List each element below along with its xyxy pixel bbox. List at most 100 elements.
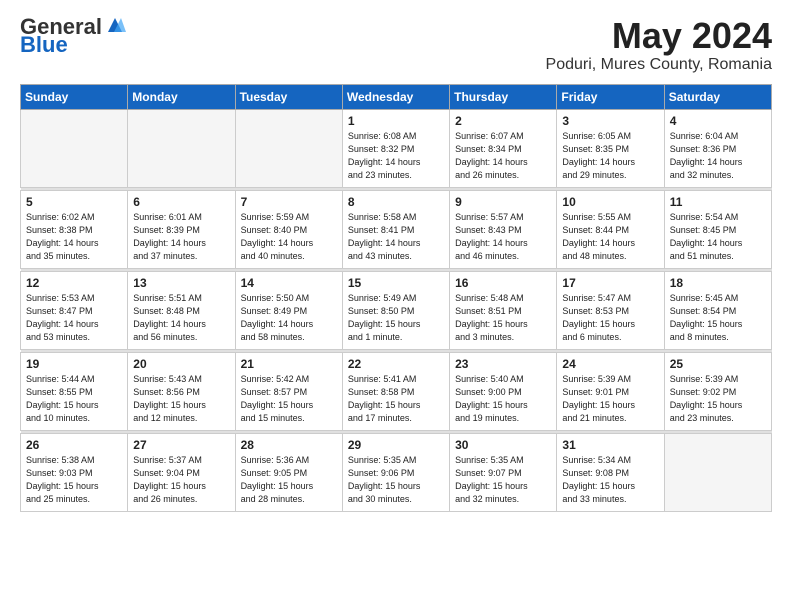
day-number: 6 — [133, 195, 229, 209]
table-row: 14 Sunrise: 5:50 AM Sunset: 8:49 PM Dayli… — [235, 271, 342, 349]
day-detail: Sunrise: 6:01 AM Sunset: 8:39 PM Dayligh… — [133, 211, 229, 263]
day-number: 30 — [455, 438, 551, 452]
table-row: 22Sunrise: 5:41 AM Sunset: 8:58 PM Dayli… — [342, 352, 449, 430]
day-detail: Sunrise: 5:45 AM Sunset: 8:54 PM Dayligh… — [670, 292, 766, 344]
day-detail: Sunrise: 5:50 AM Sunset: 8:49 PM Dayligh… — [241, 292, 337, 344]
day-number: 21 — [241, 357, 337, 371]
day-detail: Sunrise: 5:54 AM Sunset: 8:45 PM Dayligh… — [670, 211, 766, 263]
table-row: 5 Sunrise: 6:02 AM Sunset: 8:38 PM Daylig… — [21, 190, 128, 268]
col-monday: Monday — [128, 84, 235, 109]
day-number: 15 — [348, 276, 444, 290]
table-row: 1 Sunrise: 6:08 AM Sunset: 8:32 PM Daylig… — [342, 109, 449, 187]
col-wednesday: Wednesday — [342, 84, 449, 109]
day-detail: Sunrise: 6:02 AM Sunset: 8:38 PM Dayligh… — [26, 211, 122, 263]
day-detail: Sunrise: 5:41 AM Sunset: 8:58 PM Dayligh… — [348, 373, 444, 425]
table-row: 17 Sunrise: 5:47 AM Sunset: 8:53 PM Dayli… — [557, 271, 664, 349]
table-row: 3 Sunrise: 6:05 AM Sunset: 8:35 PM Daylig… — [557, 109, 664, 187]
table-row: 23 Sunrise: 5:40 AM Sunset: 9:00 PM Dayli… — [450, 352, 557, 430]
day-number: 11 — [670, 195, 766, 209]
table-row: 7 Sunrise: 5:59 AM Sunset: 8:40 PM Daylig… — [235, 190, 342, 268]
day-number: 7 — [241, 195, 337, 209]
day-number: 18 — [670, 276, 766, 290]
day-number: 1 — [348, 114, 444, 128]
day-number: 14 — [241, 276, 337, 290]
day-detail: Sunrise: 5:43 AM Sunset: 8:56 PM Dayligh… — [133, 373, 229, 425]
day-detail: Sunrise: 5:49 AM Sunset: 8:50 PM Dayligh… — [348, 292, 444, 344]
logo: General Blue — [20, 16, 126, 56]
day-detail: Sunrise: 6:08 AM Sunset: 8:32 PM Dayligh… — [348, 130, 444, 182]
table-row — [21, 109, 128, 187]
table-row: 25 Sunrise: 5:39 AM Sunset: 9:02 PM Dayli… — [664, 352, 771, 430]
day-number: 17 — [562, 276, 658, 290]
day-detail: Sunrise: 5:58 AM Sunset: 8:41 PM Dayligh… — [348, 211, 444, 263]
day-detail: Sunrise: 5:38 AM Sunset: 9:03 PM Dayligh… — [26, 454, 122, 506]
day-number: 25 — [670, 357, 766, 371]
day-number: 23 — [455, 357, 551, 371]
day-detail: Sunrise: 5:59 AM Sunset: 8:40 PM Dayligh… — [241, 211, 337, 263]
table-row: 16 Sunrise: 5:48 AM Sunset: 8:51 PM Dayli… — [450, 271, 557, 349]
day-number: 29 — [348, 438, 444, 452]
col-friday: Friday — [557, 84, 664, 109]
title-area: May 2024 Poduri, Mures County, Romania — [546, 16, 772, 74]
table-row: 4 Sunrise: 6:04 AM Sunset: 8:36 PM Daylig… — [664, 109, 771, 187]
day-detail: Sunrise: 6:05 AM Sunset: 8:35 PM Dayligh… — [562, 130, 658, 182]
col-tuesday: Tuesday — [235, 84, 342, 109]
table-row: 15 Sunrise: 5:49 AM Sunset: 8:50 PM Dayli… — [342, 271, 449, 349]
day-number: 27 — [133, 438, 229, 452]
table-row: 10Sunrise: 5:55 AM Sunset: 8:44 PM Dayli… — [557, 190, 664, 268]
table-row: 24Sunrise: 5:39 AM Sunset: 9:01 PM Dayli… — [557, 352, 664, 430]
table-row: 31Sunrise: 5:34 AM Sunset: 9:08 PM Dayli… — [557, 433, 664, 511]
day-number: 31 — [562, 438, 658, 452]
calendar-header-row: Sunday Monday Tuesday Wednesday Thursday… — [21, 84, 772, 109]
table-row: 29 Sunrise: 5:35 AM Sunset: 9:06 PM Dayli… — [342, 433, 449, 511]
table-row — [128, 109, 235, 187]
table-row: 11 Sunrise: 5:54 AM Sunset: 8:45 PM Dayli… — [664, 190, 771, 268]
day-detail: Sunrise: 5:39 AM Sunset: 9:02 PM Dayligh… — [670, 373, 766, 425]
day-number: 19 — [26, 357, 122, 371]
calendar-subtitle: Poduri, Mures County, Romania — [546, 56, 772, 74]
day-number: 2 — [455, 114, 551, 128]
table-row: 18 Sunrise: 5:45 AM Sunset: 8:54 PM Dayli… — [664, 271, 771, 349]
day-number: 24 — [562, 357, 658, 371]
table-row: 21 Sunrise: 5:42 AM Sunset: 8:57 PM Dayli… — [235, 352, 342, 430]
calendar-week-row: 12Sunrise: 5:53 AM Sunset: 8:47 PM Dayli… — [21, 271, 772, 349]
col-sunday: Sunday — [21, 84, 128, 109]
calendar-week-row: 5 Sunrise: 6:02 AM Sunset: 8:38 PM Daylig… — [21, 190, 772, 268]
table-row: 2 Sunrise: 6:07 AM Sunset: 8:34 PM Daylig… — [450, 109, 557, 187]
logo-icon — [104, 14, 126, 36]
table-row: 20Sunrise: 5:43 AM Sunset: 8:56 PM Dayli… — [128, 352, 235, 430]
day-detail: Sunrise: 5:40 AM Sunset: 9:00 PM Dayligh… — [455, 373, 551, 425]
table-row — [235, 109, 342, 187]
day-detail: Sunrise: 5:36 AM Sunset: 9:05 PM Dayligh… — [241, 454, 337, 506]
header: General Blue May 2024 Poduri, Mures Coun… — [20, 16, 772, 74]
day-number: 5 — [26, 195, 122, 209]
day-detail: Sunrise: 5:51 AM Sunset: 8:48 PM Dayligh… — [133, 292, 229, 344]
day-number: 3 — [562, 114, 658, 128]
day-detail: Sunrise: 5:37 AM Sunset: 9:04 PM Dayligh… — [133, 454, 229, 506]
day-detail: Sunrise: 5:35 AM Sunset: 9:06 PM Dayligh… — [348, 454, 444, 506]
table-row: 12Sunrise: 5:53 AM Sunset: 8:47 PM Dayli… — [21, 271, 128, 349]
table-row: 19 Sunrise: 5:44 AM Sunset: 8:55 PM Dayli… — [21, 352, 128, 430]
table-row: 27 Sunrise: 5:37 AM Sunset: 9:04 PM Dayli… — [128, 433, 235, 511]
day-detail: Sunrise: 5:55 AM Sunset: 8:44 PM Dayligh… — [562, 211, 658, 263]
table-row: 28Sunrise: 5:36 AM Sunset: 9:05 PM Dayli… — [235, 433, 342, 511]
col-saturday: Saturday — [664, 84, 771, 109]
day-detail: Sunrise: 5:35 AM Sunset: 9:07 PM Dayligh… — [455, 454, 551, 506]
day-number: 26 — [26, 438, 122, 452]
table-row: 30 Sunrise: 5:35 AM Sunset: 9:07 PM Dayli… — [450, 433, 557, 511]
day-detail: Sunrise: 5:48 AM Sunset: 8:51 PM Dayligh… — [455, 292, 551, 344]
day-detail: Sunrise: 5:42 AM Sunset: 8:57 PM Dayligh… — [241, 373, 337, 425]
day-detail: Sunrise: 6:07 AM Sunset: 8:34 PM Dayligh… — [455, 130, 551, 182]
day-detail: Sunrise: 5:47 AM Sunset: 8:53 PM Dayligh… — [562, 292, 658, 344]
day-number: 8 — [348, 195, 444, 209]
table-row: 6 Sunrise: 6:01 AM Sunset: 8:39 PM Daylig… — [128, 190, 235, 268]
day-detail: Sunrise: 5:44 AM Sunset: 8:55 PM Dayligh… — [26, 373, 122, 425]
calendar-table: Sunday Monday Tuesday Wednesday Thursday… — [20, 84, 772, 512]
day-number: 16 — [455, 276, 551, 290]
day-detail: Sunrise: 6:04 AM Sunset: 8:36 PM Dayligh… — [670, 130, 766, 182]
calendar-week-row: 26 Sunrise: 5:38 AM Sunset: 9:03 PM Dayli… — [21, 433, 772, 511]
logo-blue: Blue — [20, 34, 68, 56]
day-number: 4 — [670, 114, 766, 128]
day-number: 13 — [133, 276, 229, 290]
day-detail: Sunrise: 5:57 AM Sunset: 8:43 PM Dayligh… — [455, 211, 551, 263]
